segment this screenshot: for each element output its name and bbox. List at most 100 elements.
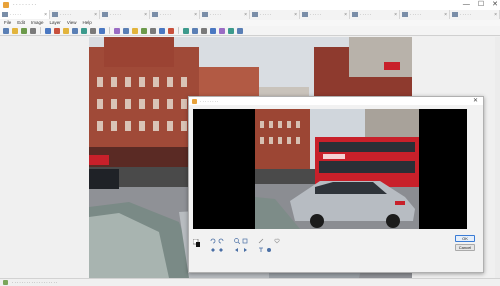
crop-icon[interactable] (241, 237, 248, 244)
app-icon (3, 2, 9, 8)
preview-image[interactable] (255, 109, 419, 229)
toolbar-button-icon[interactable] (141, 27, 147, 34)
flip-vertical-icon[interactable] (217, 246, 224, 253)
toolbar-button-icon[interactable] (123, 27, 129, 34)
toolbar-button-icon[interactable] (159, 27, 165, 34)
minimize-button[interactable]: — (463, 1, 470, 9)
toolbar (0, 26, 500, 36)
tab-close-icon[interactable]: × (94, 12, 97, 18)
window-title: · · · · · · · · (13, 2, 37, 8)
dialog-tool-controls (193, 235, 423, 271)
toolbar-button-icon[interactable] (201, 27, 207, 34)
text-tool-icon[interactable] (257, 246, 264, 253)
heart-icon[interactable] (273, 237, 280, 244)
toolbar-button-icon[interactable] (30, 27, 36, 34)
tab-label: · · · · · (60, 12, 72, 17)
tab-label: · · · · · (110, 12, 122, 17)
tab-label: · · · · · (10, 12, 22, 17)
toolbar-button-icon[interactable] (45, 27, 51, 34)
toolbar-separator (178, 27, 179, 34)
toolbar-button-icon[interactable] (54, 27, 60, 34)
tab-thumbnail-icon (302, 12, 308, 17)
rotate-left-icon[interactable] (209, 237, 216, 244)
dialog-app-icon (192, 98, 197, 104)
toolbar-button-icon[interactable] (237, 27, 243, 34)
cancel-button[interactable]: Cancel (455, 244, 475, 251)
tab-close-icon[interactable]: × (394, 12, 397, 18)
toolbar-button-icon[interactable] (63, 27, 69, 34)
tab-label: · · · · · (260, 12, 272, 17)
window-controls: — ☐ ✕ (463, 1, 498, 9)
toolbar-separator (109, 27, 110, 34)
dialog-title-bar: · · · · · · · · ✕ (189, 97, 483, 105)
ok-button[interactable]: OK (455, 235, 475, 242)
tab-label: · · · · · (360, 12, 372, 17)
toolbar-button-icon[interactable] (168, 27, 174, 34)
tab-close-icon[interactable]: × (194, 12, 197, 18)
arrow-right-icon[interactable] (241, 246, 248, 253)
toolbar-button-icon[interactable] (132, 27, 138, 34)
toolbar-button-icon[interactable] (3, 27, 9, 34)
dialog-title: · · · · · · · · (200, 98, 219, 104)
tab-8[interactable]: · · · · · × (400, 10, 450, 19)
tab-thumbnail-icon (452, 12, 458, 17)
tab-0[interactable]: · · · · · × (0, 10, 50, 19)
tab-thumbnail-icon (252, 12, 258, 17)
toolbar-button-icon[interactable] (90, 27, 96, 34)
arrow-left-icon[interactable] (233, 246, 240, 253)
toolbar-button-icon[interactable] (81, 27, 87, 34)
tab-7[interactable]: · · · · · × (350, 10, 400, 19)
rotate-right-icon[interactable] (217, 237, 224, 244)
tab-thumbnail-icon (202, 12, 208, 17)
tab-close-icon[interactable]: × (494, 12, 497, 18)
image-dialog: · · · · · · · · ✕ OK Cancel (188, 96, 484, 273)
tab-9[interactable]: · · · · · × (450, 10, 500, 19)
tab-close-icon[interactable]: × (144, 12, 147, 18)
settings-gear-icon[interactable] (265, 246, 272, 253)
toolbar-separator (40, 27, 41, 34)
tab-close-icon[interactable]: × (344, 12, 347, 18)
flip-horizontal-icon[interactable] (209, 246, 216, 253)
tab-label: · · · · · (160, 12, 172, 17)
tab-label: · · · · · (310, 12, 322, 17)
tab-close-icon[interactable]: × (294, 12, 297, 18)
toolbar-button-icon[interactable] (21, 27, 27, 34)
tab-label: · · · · · (410, 12, 422, 17)
tab-5[interactable]: · · · · · × (250, 10, 300, 19)
toolbar-button-icon[interactable] (99, 27, 105, 34)
toolbar-button-icon[interactable] (72, 27, 78, 34)
color-swatch-icon[interactable] (193, 238, 200, 247)
tab-4[interactable]: · · · · · × (200, 10, 250, 19)
tab-6[interactable]: · · · · · × (300, 10, 350, 19)
tab-thumbnail-icon (402, 12, 408, 17)
tab-label: · · · · · (460, 12, 472, 17)
tab-close-icon[interactable]: × (44, 12, 47, 18)
tab-thumbnail-icon (352, 12, 358, 17)
tab-1[interactable]: · · · · · × (50, 10, 100, 19)
maximize-button[interactable]: ☐ (478, 1, 484, 9)
tab-close-icon[interactable]: × (444, 12, 447, 18)
toolbar-button-icon[interactable] (210, 27, 216, 34)
close-button[interactable]: ✕ (492, 1, 498, 9)
tab-2[interactable]: · · · · · × (100, 10, 150, 19)
dialog-close-icon[interactable]: ✕ (473, 97, 478, 105)
toolbar-button-icon[interactable] (150, 27, 156, 34)
brush-icon[interactable] (257, 237, 264, 244)
tab-close-icon[interactable]: × (244, 12, 247, 18)
vertical-scrollbar[interactable] (495, 37, 500, 278)
tab-label: · · · · · (210, 12, 222, 17)
zoom-in-icon[interactable] (233, 237, 240, 244)
status-bar: · · · · · · · · · · · · · · · · · · · (0, 278, 500, 286)
preview-area (193, 109, 467, 229)
tab-thumbnail-icon (102, 12, 108, 17)
tab-3[interactable]: · · · · · × (150, 10, 200, 19)
toolbar-button-icon[interactable] (12, 27, 18, 34)
toolbar-button-icon[interactable] (219, 27, 225, 34)
toolbar-button-icon[interactable] (192, 27, 198, 34)
status-icon (3, 280, 8, 285)
tab-thumbnail-icon (2, 12, 8, 17)
toolbar-button-icon[interactable] (114, 27, 120, 34)
image-viewer-app: · · · · · · · · — ☐ ✕ · · · · · × · · · ·… (0, 0, 500, 286)
toolbar-button-icon[interactable] (228, 27, 234, 34)
toolbar-button-icon[interactable] (183, 27, 189, 34)
